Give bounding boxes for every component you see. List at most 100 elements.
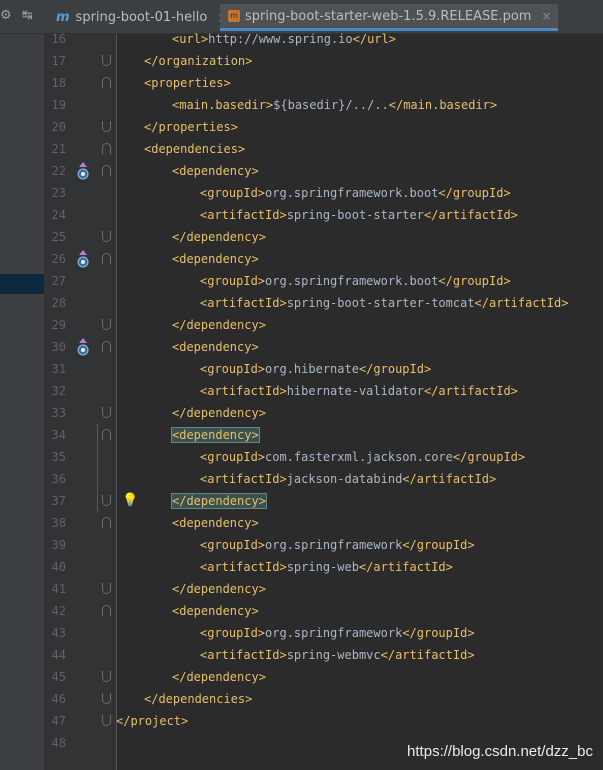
line-number: 21 [51,142,66,156]
fold-icon[interactable] [102,715,111,726]
line-number: 32 [51,384,66,398]
line-number: 23 [51,186,66,200]
code-line[interactable]: 28 <artifactId>spring-boot-starter-tomcat… [0,292,603,314]
code-line[interactable]: 18 <properties> [0,72,603,94]
code-text: <dependency> [172,512,259,534]
code-line[interactable]: 24 <artifactId>spring-boot-starter</artif… [0,204,603,226]
gear-icon[interactable]: ⚙ [0,8,12,23]
code-line[interactable]: 45 </dependency> [0,666,603,688]
code-line[interactable]: 26 <dependency> [0,248,603,270]
code-line[interactable]: 30 <dependency> [0,336,603,358]
fold-icon[interactable] [102,517,111,528]
xml-open-tag: <dependency> [172,164,259,178]
fold-icon[interactable] [102,121,111,132]
code-line[interactable]: 34 <dependency> [0,424,603,446]
code-line[interactable]: 19 <main.basedir>${basedir}/../..</main.b… [0,94,603,116]
fold-icon[interactable] [102,77,111,88]
xml-open-tag: <artifactId> [200,296,287,310]
code-line[interactable]: 16 <url>http://www.spring.io</url> [0,28,603,50]
line-number: 35 [51,450,66,464]
xml-close-tag: </artifactId> [358,560,453,574]
code-line[interactable]: 47 </project> [0,710,603,732]
code-line[interactable]: 38 <dependency> [0,512,603,534]
code-text: </properties> [144,116,238,138]
fold-icon[interactable] [102,143,111,154]
hide-panel-icon[interactable]: ↹ [22,8,33,23]
tab-spring-boot-01-hello[interactable]: m spring-boot-01-hello × [50,4,233,31]
xml-close-tag: </artifactId> [380,648,475,662]
xml-close-tag: </dependency> [172,318,266,332]
fold-icon[interactable] [102,671,111,682]
code-line[interactable]: 35 <groupId>com.fasterxml.jackson.core</g… [0,446,603,468]
code-line[interactable]: 21 <dependencies> [0,138,603,160]
fold-icon[interactable] [102,429,111,440]
xml-close-tag: </dependency> [171,493,267,509]
code-line[interactable]: 25 </dependency> [0,226,603,248]
xml-text: org.springframework.boot [265,274,439,288]
code-line[interactable]: 40 <artifactId>spring-web</artifactId> [0,556,603,578]
override-marker-icon[interactable] [76,162,90,180]
code-line[interactable]: 33 </dependency> [0,402,603,424]
code-line[interactable]: 17 </organization> [0,50,603,72]
xml-close-tag: </artifactId> [402,472,497,486]
tab-pom-file[interactable]: m spring-boot-starter-web-1.5.9.RELEASE.… [220,4,558,31]
xml-open-tag: <groupId> [200,626,266,640]
code-text: <dependency> [172,248,259,270]
fold-icon[interactable] [102,319,111,330]
code-line[interactable]: 43 <groupId>org.springframework</groupId> [0,622,603,644]
fold-icon[interactable] [102,165,111,176]
xml-open-tag: <groupId> [200,538,266,552]
line-number: 28 [51,296,66,310]
code-line[interactable]: 20 </properties> [0,116,603,138]
fold-icon[interactable] [102,495,111,506]
close-icon[interactable]: × [541,9,551,23]
code-text: <properties> [144,72,231,94]
maven-module-icon: m [56,10,70,25]
code-text: <groupId>org.springframework</groupId> [200,534,475,556]
code-line[interactable]: 29 </dependency> [0,314,603,336]
code-text: </project> [116,710,188,732]
fold-icon[interactable] [102,253,111,264]
code-line[interactable]: 37 💡 </dependency> [0,490,603,512]
code-line[interactable]: 36 <artifactId>jackson-databind</artifact… [0,468,603,490]
fold-icon[interactable] [102,231,111,242]
xml-text: spring-webmvc [286,648,381,662]
code-line[interactable]: 41 </dependency> [0,578,603,600]
xml-close-tag: </groupId> [402,626,475,640]
override-marker-icon[interactable] [76,250,90,268]
code-line[interactable]: 31 <groupId>org.hibernate</groupId> [0,358,603,380]
fold-icon[interactable] [102,55,111,66]
code-line[interactable]: 39 <groupId>org.springframework</groupId> [0,534,603,556]
xml-open-tag: <dependency> [172,340,259,354]
code-line[interactable]: 42 <dependency> [0,600,603,622]
code-line[interactable]: 44 <artifactId>spring-webmvc</artifactId> [0,644,603,666]
line-number: 16 [51,32,66,46]
xml-close-tag: </dependency> [172,230,266,244]
override-marker-icon[interactable] [76,338,90,356]
fold-icon[interactable] [102,693,111,704]
fold-icon[interactable] [102,583,111,594]
code-text: <groupId>com.fasterxml.jackson.core</gro… [200,446,525,468]
fold-icon[interactable] [102,605,111,616]
code-line[interactable]: 46 </dependencies> [0,688,603,710]
xml-open-tag: <properties> [144,76,231,90]
fold-icon[interactable] [102,341,111,352]
xml-open-tag: <groupId> [200,186,266,200]
code-line[interactable]: 22 <dependency> [0,160,603,182]
xml-text: org.springframework [265,626,403,640]
lightbulb-icon[interactable]: 💡 [122,493,138,508]
code-line[interactable]: 23 <groupId>org.springframework.boot</gro… [0,182,603,204]
xml-close-tag: </properties> [144,120,238,134]
line-number: 17 [51,54,66,68]
xml-close-tag: </dependency> [172,670,266,684]
xml-close-tag: </groupId> [438,274,511,288]
fold-icon[interactable] [102,407,111,418]
line-number: 48 [51,736,66,750]
code-text: <artifactId>spring-boot-starter</artifac… [200,204,518,226]
xml-open-tag: <url> [172,32,209,46]
text-caret [265,494,267,509]
code-line[interactable]: 27 <groupId>org.springframework.boot</gro… [0,270,603,292]
code-text: <groupId>org.springframework.boot</group… [200,270,511,292]
xml-close-tag: </organization> [144,54,253,68]
code-line[interactable]: 32 <artifactId>hibernate-validator</artif… [0,380,603,402]
